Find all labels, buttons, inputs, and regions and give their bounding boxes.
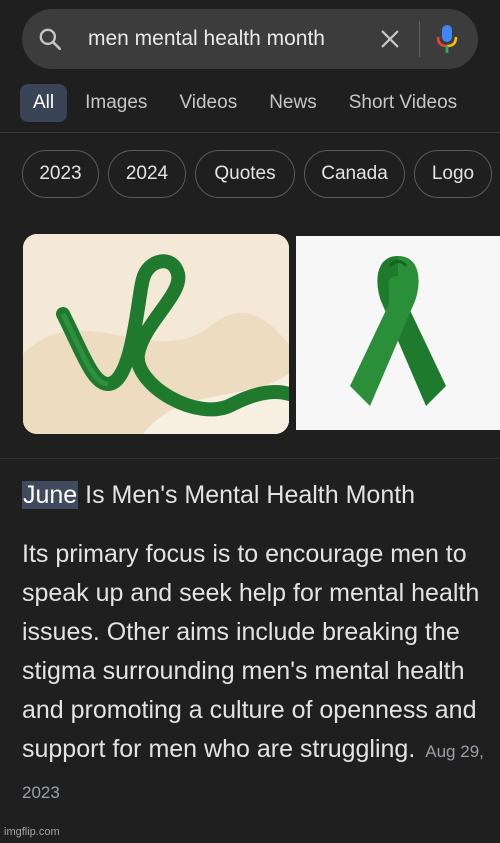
watermark: imgflip.com [4, 826, 60, 838]
tabs-divider [0, 132, 500, 133]
snippet-text: Its primary focus is to encourage men to… [22, 540, 480, 763]
ribbon-image-2[interactable] [296, 236, 500, 430]
chip-logo[interactable]: Logo [414, 150, 492, 198]
ribbon-image-1[interactable] [23, 234, 289, 434]
search-icon[interactable] [22, 26, 78, 52]
microphone-icon[interactable] [436, 24, 458, 54]
tab-short-videos[interactable]: Short Videos [349, 92, 457, 114]
chip-quotes[interactable]: Quotes [195, 150, 295, 198]
section-divider [0, 458, 500, 459]
result-snippet: Its primary focus is to encourage men to… [22, 535, 492, 812]
title-highlight: June [22, 481, 79, 509]
tab-all[interactable]: All [20, 84, 68, 122]
search-results-page: All Images Videos News Short Videos 2023… [0, 0, 500, 843]
tab-news[interactable]: News [269, 92, 317, 114]
search-bar-divider [419, 21, 420, 57]
tab-images[interactable]: Images [85, 92, 147, 114]
search-tabs: All Images Videos News Short Videos [20, 83, 489, 123]
close-icon[interactable] [373, 28, 407, 50]
tab-videos[interactable]: Videos [179, 92, 237, 114]
result-title[interactable]: June Is Men's Mental Health Month [22, 481, 415, 510]
title-rest: Is Men's Mental Health Month [78, 481, 416, 509]
chip-canada[interactable]: Canada [304, 150, 405, 198]
chip-2023[interactable]: 2023 [22, 150, 99, 198]
filter-chips: 2023 2024 Quotes Canada Logo [22, 150, 500, 198]
search-bar[interactable] [22, 9, 478, 69]
chip-2024[interactable]: 2024 [108, 150, 186, 198]
search-input[interactable] [88, 27, 359, 51]
